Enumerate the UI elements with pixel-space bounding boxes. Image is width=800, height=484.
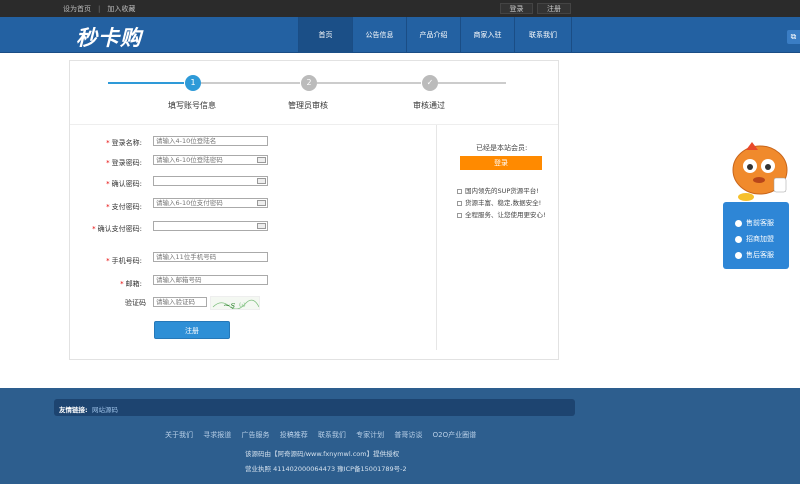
footer-license: 该源码由【阿奇源码/www.fxnymwl.com】提供授权 [245, 450, 400, 458]
confirm-password-input[interactable] [153, 176, 268, 186]
top-login-button[interactable]: 登录 [500, 3, 533, 14]
nav-contact[interactable]: 联系我们 [514, 17, 572, 53]
main-nav: 首页 公告信息 产品介绍 商家入驻 联系我们 [298, 17, 572, 53]
nav-home[interactable]: 首页 [298, 17, 352, 53]
member-login-button[interactable]: 登录 [460, 156, 542, 170]
step-1-circle: 1 [185, 75, 201, 91]
footer-link-about[interactable]: 关于我们 [165, 431, 193, 439]
nav-merchant-join[interactable]: 商家入驻 [460, 17, 514, 53]
presale-service[interactable]: 售前客服 [735, 216, 774, 230]
captcha-image[interactable]: ~ş ω [210, 296, 260, 310]
step-1-label: 填写账号信息 [168, 101, 216, 110]
username-label: * 登录名称: [106, 139, 142, 147]
register-button[interactable]: 注册 [154, 321, 230, 339]
step-3-label: 审核通过 [413, 101, 445, 110]
captcha-input[interactable] [153, 297, 207, 307]
site-logo[interactable]: 秒卡购 [76, 22, 142, 52]
android-icon [735, 235, 742, 243]
set-home-link[interactable]: 设为首页 [63, 4, 91, 14]
step-2-label: 管理员审核 [288, 101, 328, 110]
svg-text:ω: ω [239, 300, 246, 309]
mascot-image [724, 138, 796, 204]
keyboard-icon[interactable] [257, 178, 266, 184]
email-label: * 邮箱: [120, 280, 142, 288]
user-icon [735, 219, 742, 227]
footer-icp: 营业执照 411402000064473 豫ICP备15001789号-2 [245, 465, 407, 473]
step-line [438, 82, 506, 84]
phone-input[interactable] [153, 252, 268, 262]
confirm-password-label: * 确认密码: [106, 180, 142, 188]
confirm-pay-label: * 确认支付密码: [92, 225, 142, 233]
friend-links-label: 友情链接: [59, 406, 88, 414]
phone-label: * 手机号码: [106, 257, 142, 265]
step-line [201, 82, 300, 84]
keyboard-icon[interactable] [257, 200, 266, 206]
add-favorite-link[interactable]: 加入收藏 [107, 4, 135, 14]
email-input[interactable] [153, 275, 268, 285]
user-icon [735, 251, 742, 259]
pay-password-input[interactable] [153, 198, 268, 208]
checkbox-icon [457, 200, 462, 206]
nav-products[interactable]: 产品介绍 [406, 17, 460, 53]
top-bar: 设为首页 | 加入收藏 登录 注册 [0, 0, 800, 17]
keyboard-icon[interactable] [257, 223, 266, 229]
captcha-label: 验证码 [125, 299, 146, 307]
footer-link-submit[interactable]: 投稿推荐 [280, 431, 308, 439]
footer-link-experts[interactable]: 专家计划 [356, 431, 384, 439]
footer-link-o2o[interactable]: O2O产业圈谱 [433, 431, 476, 439]
aftersale-service[interactable]: 售后客服 [735, 248, 774, 262]
step-2-circle: 2 [301, 75, 317, 91]
friend-link[interactable]: 网站源码 [92, 404, 118, 414]
step-line-active [108, 82, 184, 84]
feature-list: 国内领先的SUP货源平台! 货源丰富、稳定,数据安全! 全程服务、让您使用更安心… [457, 185, 546, 221]
top-register-button[interactable]: 注册 [537, 3, 571, 14]
footer-link-contact[interactable]: 联系我们 [318, 431, 346, 439]
username-input[interactable] [153, 136, 268, 146]
pay-password-label: * 支付密码: [106, 203, 142, 211]
nav-announcements[interactable]: 公告信息 [352, 17, 406, 53]
service-panel: 售前客服 招商加盟 售后客服 [723, 202, 789, 269]
password-label: * 登录密码: [106, 159, 142, 167]
footer-links: 关于我们 寻求报道 广告服务 投稿推荐 联系我们 专家计划 普哥访谈 O2O产业… [165, 430, 484, 440]
step-line [317, 82, 421, 84]
svg-text:~ş: ~ş [223, 301, 236, 310]
join-service[interactable]: 招商加盟 [735, 232, 774, 246]
check-icon: ✓ [422, 75, 438, 91]
member-title: 已经是本站会员: [476, 144, 528, 152]
password-input[interactable] [153, 155, 268, 165]
keyboard-icon[interactable] [257, 157, 266, 163]
friend-links-bar [54, 399, 575, 416]
footer-link-interview[interactable]: 普哥访谈 [394, 431, 422, 439]
list-item: 全程服务、让您使用更安心! [457, 209, 546, 221]
checkbox-icon [457, 188, 462, 194]
divider [436, 125, 437, 350]
divider [70, 124, 558, 125]
share-icon[interactable]: ⧉ [787, 30, 800, 44]
footer-link-ads[interactable]: 广告服务 [241, 431, 269, 439]
confirm-pay-input[interactable] [153, 221, 268, 231]
list-item: 国内领先的SUP货源平台! [457, 185, 546, 197]
checkbox-icon [457, 212, 462, 218]
list-item: 货源丰富、稳定,数据安全! [457, 197, 546, 209]
top-links: 设为首页 | 加入收藏 [63, 4, 136, 14]
footer-link-report[interactable]: 寻求报道 [203, 431, 231, 439]
